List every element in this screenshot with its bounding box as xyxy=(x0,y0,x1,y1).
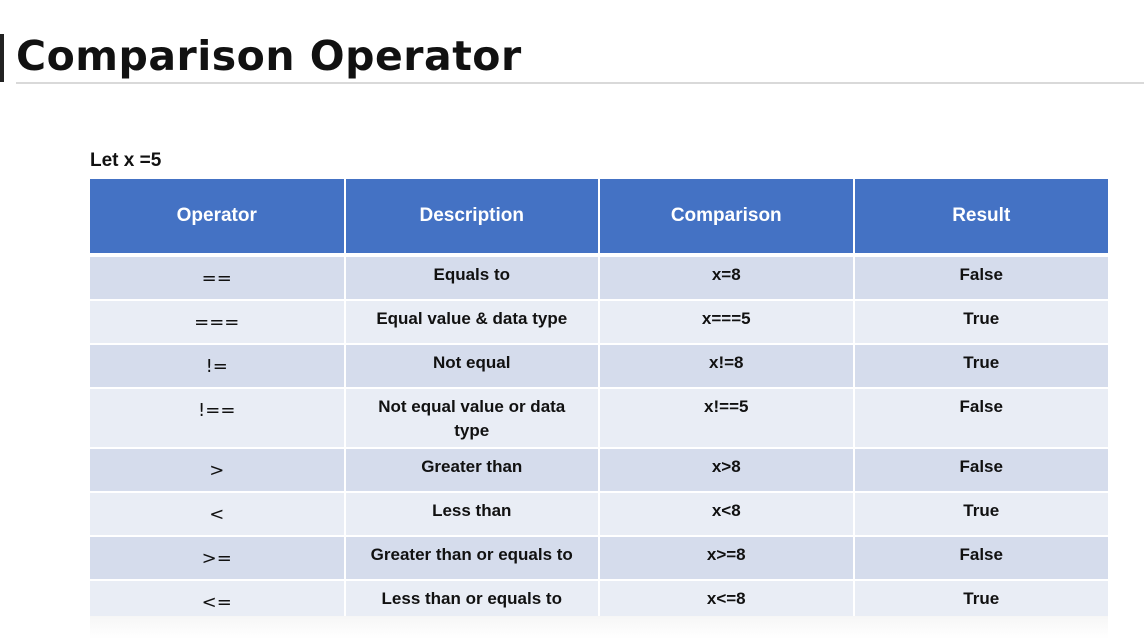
description-cell: Greater than or equals to xyxy=(344,536,600,581)
result-cell: False xyxy=(853,448,1108,493)
result-cell: True xyxy=(853,344,1108,389)
comparison-cell: x=8 xyxy=(599,255,855,301)
result-cell: True xyxy=(853,492,1108,537)
header-description: Description xyxy=(344,179,600,257)
title-divider xyxy=(16,82,1144,84)
operator-cell: !== xyxy=(90,388,346,449)
comparison-cell: x!==5 xyxy=(599,388,855,449)
header-result: Result xyxy=(853,179,1108,257)
table-row: == Equals to x=8 False xyxy=(90,255,1108,301)
description-cell: Equals to xyxy=(344,255,600,301)
table-row: !== Not equal value or data type x!==5 F… xyxy=(90,388,1108,449)
comparison-cell: x<8 xyxy=(599,492,855,537)
table-header-row: Operator Description Comparison Result xyxy=(90,179,1108,257)
title-accent-bar xyxy=(0,34,4,82)
operator-cell: == xyxy=(90,255,346,301)
table-row: === Equal value & data type x===5 True xyxy=(90,300,1108,345)
comparison-cell: x>=8 xyxy=(599,536,855,581)
table-row: < Less than x<8 True xyxy=(90,492,1108,537)
table-row: > Greater than x>8 False xyxy=(90,448,1108,493)
operator-cell: >= xyxy=(90,536,346,581)
description-cell: Equal value & data type xyxy=(344,300,600,345)
description-cell: Not equal value or data type xyxy=(344,388,600,449)
operator-cell: === xyxy=(90,300,346,345)
comparison-cell: x>8 xyxy=(599,448,855,493)
header-comparison: Comparison xyxy=(599,179,855,257)
comparison-cell: x===5 xyxy=(599,300,855,345)
table-row: >= Greater than or equals to x>=8 False xyxy=(90,536,1108,581)
slide-bottom-fade xyxy=(90,616,1108,639)
slide-title: Comparison Operator xyxy=(16,32,522,80)
comparison-cell: x!=8 xyxy=(599,344,855,389)
table-row: != Not equal x!=8 True xyxy=(90,344,1108,389)
header-operator: Operator xyxy=(90,179,346,257)
description-cell: Not equal xyxy=(344,344,600,389)
operator-cell: != xyxy=(90,344,346,389)
operator-cell: > xyxy=(90,448,346,493)
result-cell: False xyxy=(853,388,1108,449)
description-cell: Less than xyxy=(344,492,600,537)
description-cell: Greater than xyxy=(344,448,600,493)
result-cell: True xyxy=(853,300,1108,345)
result-cell: False xyxy=(853,536,1108,581)
premise-text: Let x =5 xyxy=(90,150,162,171)
comparison-operators-table: Operator Description Comparison Result =… xyxy=(90,179,1108,625)
result-cell: False xyxy=(853,255,1108,301)
operator-cell: < xyxy=(90,492,346,537)
